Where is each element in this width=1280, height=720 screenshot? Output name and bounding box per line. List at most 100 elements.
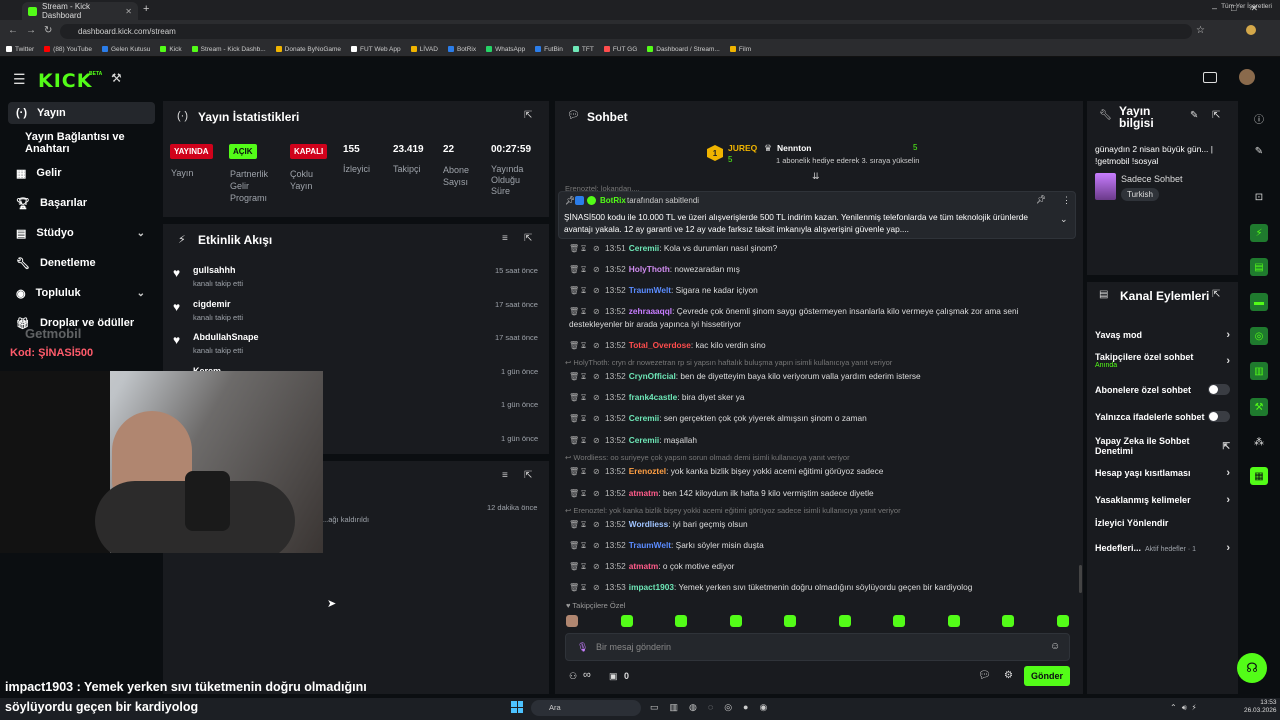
bookmark-item[interactable]: FUT GG — [603, 46, 637, 53]
filter-icon[interactable]: ≡ — [502, 470, 508, 481]
emote-icon[interactable] — [893, 615, 905, 627]
timeout-icon[interactable]: ⏳︎ — [581, 466, 587, 478]
expand-icon[interactable]: ⇊ — [812, 171, 820, 182]
trash-icon[interactable]: 🗑︎ — [569, 488, 579, 500]
bookmark-item[interactable]: FUT Web App — [351, 46, 401, 53]
emote-icon[interactable] — [675, 615, 687, 627]
studio-icon[interactable] — [1203, 72, 1217, 83]
wrench-icon[interactable]: ⚒ — [1250, 398, 1268, 416]
channel-action-item[interactable]: Yapay Zeka ile Sohbet Denetimi ⇱ — [1095, 436, 1230, 456]
kick-logo[interactable]: KICK — [38, 70, 92, 92]
emoji-icon[interactable]: ☺ — [1050, 641, 1060, 652]
popout-icon[interactable]: ⇱ — [1212, 110, 1220, 121]
trash-icon[interactable]: 🗑︎ — [569, 285, 579, 297]
trash-icon[interactable]: 🗑︎ — [569, 340, 579, 352]
windows-start-icon[interactable] — [511, 701, 523, 713]
ban-icon[interactable]: ⊘ — [593, 466, 600, 478]
emote-icon[interactable] — [566, 615, 578, 627]
timeout-icon[interactable]: ⏳︎ — [581, 285, 587, 297]
emote-icon[interactable] — [838, 615, 851, 627]
unpin-icon[interactable]: 📌︎ — [1036, 195, 1046, 204]
ban-icon[interactable]: ⊘ — [593, 340, 600, 352]
pinned-by-user[interactable]: BotRix — [600, 196, 626, 205]
hammer-icon[interactable]: ⚒ — [111, 71, 122, 85]
message-username[interactable]: frank4castle — [629, 392, 677, 402]
gear-icon[interactable]: ⚙ — [1004, 670, 1013, 681]
share-icon[interactable]: ⁂ — [1250, 433, 1268, 451]
bookmark-item[interactable]: TFT — [572, 46, 594, 53]
document-icon[interactable]: ▤ — [1250, 258, 1268, 276]
bookmark-item[interactable]: Gelen Kutusu — [101, 46, 150, 53]
timeout-icon[interactable]: ⏳︎ — [581, 519, 587, 531]
new-tab-icon[interactable]: + — [143, 3, 149, 15]
message-username[interactable]: Ceremii — [629, 435, 659, 445]
timeout-icon[interactable]: ⏳︎ — [581, 392, 587, 404]
trash-icon[interactable]: 🗑︎ — [569, 371, 579, 383]
top-gifter-1[interactable]: JUREQ — [728, 143, 757, 153]
trash-icon[interactable]: 🗑︎ — [569, 466, 579, 478]
ban-icon[interactable]: ⊘ — [593, 264, 600, 276]
message-username[interactable]: Total_Overdose — [629, 340, 691, 350]
bookmark-item[interactable]: FutBin — [535, 46, 563, 53]
bookmark-item[interactable]: LİVAD — [410, 46, 438, 53]
timeout-icon[interactable]: ⏳︎ — [581, 413, 587, 425]
message-username[interactable]: Ceremii — [629, 413, 659, 423]
channel-action-item[interactable]: Yavaş mod › — [1095, 329, 1230, 341]
bookmark-item[interactable]: Kick — [160, 46, 182, 53]
list-icon[interactable]: ▥ — [1250, 362, 1268, 380]
message-username[interactable]: Erenoztel — [629, 466, 666, 476]
timeout-icon[interactable]: ⏳︎ — [581, 540, 587, 552]
trash-icon[interactable]: 🗑︎ — [569, 306, 579, 318]
message-username[interactable]: Ceremii — [629, 243, 659, 253]
channel-action-item[interactable]: İzleyici Yönlendir — [1095, 518, 1230, 528]
system-tray-icons[interactable]: ⌃🔊︎⚡︎ — [1170, 703, 1201, 713]
ban-icon[interactable]: ⊘ — [593, 306, 600, 318]
channel-action-item[interactable]: Abonelere özel sohbet — [1095, 384, 1230, 395]
ban-icon[interactable]: ⊘ — [593, 392, 600, 404]
message-username[interactable]: atmatm — [629, 488, 659, 498]
trash-icon[interactable]: 🗑︎ — [569, 264, 579, 276]
trash-icon[interactable]: 🗑︎ — [569, 540, 579, 552]
bookmark-item[interactable]: Stream - Kick Dashb... — [191, 46, 266, 53]
popout-icon[interactable]: ⇱ — [524, 110, 532, 121]
filter-icon[interactable]: ≡ — [502, 233, 508, 244]
bookmark-item[interactable]: Twitter — [6, 46, 34, 53]
channel-action-item[interactable]: Hesap yaşı kısıtlaması › — [1095, 467, 1230, 479]
info-icon[interactable]: ⓘ — [1250, 109, 1268, 127]
sidebar-item-stream-key[interactable]: Yayın Bağlantısı ve Anahtarı — [8, 131, 168, 155]
message-username[interactable]: TraumWelt — [629, 540, 671, 550]
bookmark-item[interactable]: WhatsApp — [486, 46, 525, 53]
bookmark-item[interactable]: Donate ByNoGame — [275, 46, 341, 53]
taskbar-search[interactable]: Ara — [531, 700, 641, 716]
message-username[interactable]: HolyThoth — [629, 264, 670, 274]
timeout-icon[interactable]: ⏳︎ — [581, 306, 587, 318]
ban-icon[interactable]: ⊘ — [593, 371, 600, 383]
message-username[interactable]: TraumWelt — [629, 285, 671, 295]
chat-scrollbar[interactable] — [1079, 565, 1082, 593]
pencil-icon[interactable]: ✎ — [1250, 142, 1268, 160]
ban-icon[interactable]: ⊘ — [593, 519, 600, 531]
sidebar-item-gelir[interactable]: ▦ Gelir — [8, 162, 155, 184]
activity-username[interactable]: AbdullahSnape — [193, 332, 259, 342]
timeout-icon[interactable]: ⏳︎ — [581, 243, 587, 255]
user-avatar[interactable] — [1239, 69, 1255, 85]
category-name[interactable]: Sadece Sohbet — [1121, 174, 1183, 184]
ban-icon[interactable]: ⊘ — [593, 582, 600, 594]
more-icon[interactable]: ⋮ — [1062, 195, 1071, 206]
send-button[interactable]: Gönder — [1024, 666, 1070, 686]
timeout-icon[interactable]: ⏳︎ — [581, 340, 587, 352]
bookmark-item[interactable]: (88) YouTube — [44, 46, 92, 53]
timeout-icon[interactable]: ⏳︎ — [581, 561, 587, 573]
emote-icon[interactable] — [784, 615, 796, 627]
emote-icon[interactable] — [729, 615, 742, 627]
trash-icon[interactable]: 🗑︎ — [569, 561, 579, 573]
ban-icon[interactable]: ⊘ — [593, 243, 600, 255]
trash-icon[interactable]: 🗑︎ — [569, 519, 579, 531]
sidebar-item-denetleme[interactable]: 🔧︎ Denetleme — [8, 252, 155, 274]
message-username[interactable]: CrynOfficial — [629, 371, 676, 381]
browser-tab[interactable]: Stream - Kick Dashboard ✕ — [22, 2, 138, 20]
sidebar-item-yayin[interactable]: (·) Yayın — [8, 102, 155, 124]
kick-app-icon[interactable]: ▦ — [1250, 467, 1268, 485]
popout-icon[interactable]: ⇱ — [524, 233, 532, 244]
channel-action-item[interactable]: Yasaklanmış kelimeler › — [1095, 494, 1230, 506]
